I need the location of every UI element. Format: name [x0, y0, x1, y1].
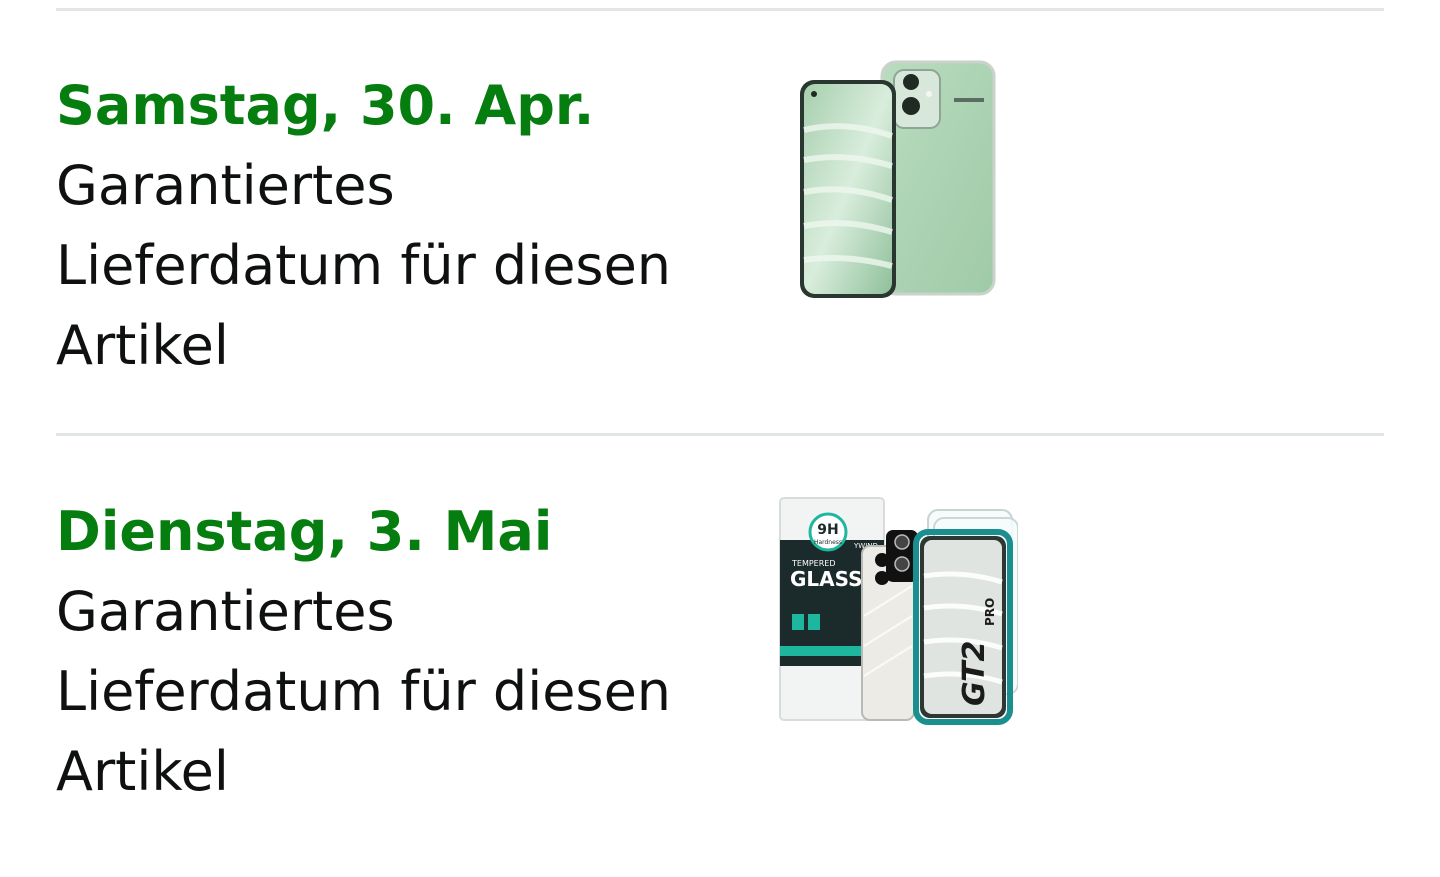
section-divider — [56, 433, 1384, 436]
phone-case-product-image[interactable] — [796, 60, 1006, 304]
description-line: Lieferdatum für diesen — [56, 234, 672, 297]
delivery-date: Dienstag, 3. Mai — [56, 500, 553, 563]
description-line: Artikel — [56, 314, 229, 377]
delivery-date: Samstag, 30. Apr. — [56, 74, 595, 137]
model-label: GT2 — [957, 641, 992, 706]
delivery-description: Garantiertes Lieferdatum für diesen Arti… — [56, 572, 696, 812]
badge-sublabel: Hardness — [814, 539, 842, 546]
top-divider — [56, 8, 1384, 11]
description-line: Garantiertes — [56, 154, 395, 217]
model-suffix-label: PRO — [983, 598, 997, 626]
badge-label: 9H — [817, 522, 838, 538]
box-label-big: GLASS — [790, 567, 863, 591]
screen-protector-product-image[interactable]: 9H Hardness TEMPERED GLASS YWIND — [778, 496, 1018, 726]
delivery-description: Garantiertes Lieferdatum für diesen Arti… — [56, 146, 696, 386]
shipment-2: Dienstag, 3. Mai Garantiertes Lieferdatu… — [56, 492, 1384, 822]
description-line: Lieferdatum für diesen — [56, 660, 672, 723]
description-line: Artikel — [56, 740, 229, 803]
description-line: Garantiertes — [56, 580, 395, 643]
shipment-1: Samstag, 30. Apr. Garantiertes Lieferdat… — [56, 60, 1384, 396]
